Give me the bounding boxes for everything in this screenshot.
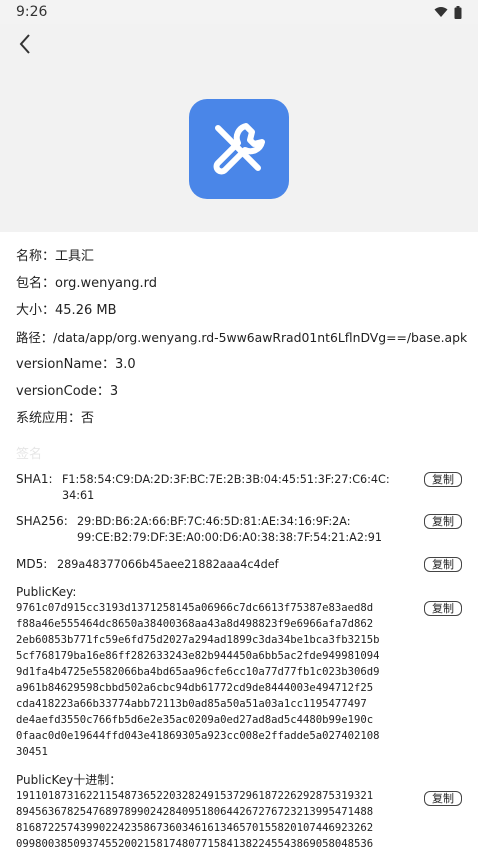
sha256-value: 29:BD:B6:2A:66:BF:7C:46:5D:81:AE:34:16:9… (77, 514, 382, 546)
publickey-line: 30451 (16, 746, 48, 758)
info-path-label: 路径： (16, 330, 54, 345)
wifi-icon (434, 7, 448, 17)
publickey-label: PublicKey: (16, 585, 77, 599)
info-name-row: 名称：工具汇 (16, 243, 466, 270)
publickey-block: PublicKey: 9761c07d915cc3193d1371258145a… (16, 584, 466, 760)
publickey-value: 9761c07d915cc3193d1371258145a06966c7dc66… (16, 600, 466, 760)
battery-icon (454, 5, 462, 19)
sha256-line: 99:CE:B2:79:DF:3E:A0:00:D6:A0:38:38:7F:5… (77, 531, 382, 544)
publickey-decimal-label: PublicKey十进制： (16, 773, 122, 787)
chevron-left-icon (19, 34, 30, 54)
info-system-app-row: 系统应用：否 (16, 405, 466, 432)
info-size-label: 大小： (16, 303, 56, 318)
publickey-line: 5cf768179ba16e86ff282633243e82b944450a6b… (16, 650, 380, 662)
publickey-line: 9761c07d915cc3193d1371258145a06966c7dc66… (16, 602, 374, 614)
publickey-decimal-line: 8945636782547689789902428409518064426727… (16, 806, 374, 818)
publickey-line: de4aefd3550c766fb5d6e2e35ac0209a0ed27ad8… (16, 714, 374, 726)
sha1-line: F1:58:54:C9:DA:2D:3F:BC:7E:2B:3B:04:45:5… (62, 473, 390, 486)
publickey-decimal-line: 0998003850937455200215817480771584138224… (16, 838, 374, 850)
sha256-line: 29:BD:B6:2A:66:BF:7C:46:5D:81:AE:34:16:9… (77, 515, 351, 528)
info-size-value: 45.26 MB (55, 303, 117, 318)
status-bar: 9:26 (0, 0, 478, 24)
info-version-code-value: 3 (109, 384, 119, 399)
publickey-line: 2eb60853b771fc59e6fd75d2027a294ad1899c3d… (16, 634, 380, 646)
status-icons (434, 5, 462, 19)
copy-publickey-decimal-button[interactable]: 复制 (424, 791, 462, 806)
sha1-block: SHA1: F1:58:54:C9:DA:2D:3F:BC:7E:2B:3B:0… (16, 472, 466, 504)
md5-value: 289a48377066b45aee21882aaa4c4def (57, 558, 279, 571)
info-version-name-row: versionName：3.0 (16, 351, 466, 378)
copy-sha256-button[interactable]: 复制 (424, 514, 462, 529)
publickey-decimal-block: PublicKey十进制： 19110187316221154873652203… (16, 772, 466, 852)
app-info: 名称：工具汇 包名：org.wenyang.rd 大小：45.26 MB 路径：… (16, 243, 468, 468)
copy-publickey-button[interactable]: 复制 (424, 601, 462, 616)
app-icon (189, 99, 289, 199)
publickey-line: 0faac0d0e19644ffd043e41869305a923cc008e2… (16, 730, 380, 742)
tools-icon (213, 123, 265, 175)
info-version-name-value: 3.0 (114, 357, 136, 372)
sha256-block: SHA256: 29:BD:B6:2A:66:BF:7C:46:5D:81:AE… (16, 514, 466, 546)
info-name-label: 名称： (16, 249, 56, 264)
publickey-line: a961b84629598cbbd502a6cbc94db61772cd9de8… (16, 682, 374, 694)
sha1-line: 34:61 (62, 489, 95, 502)
status-time: 9:26 (16, 4, 48, 20)
info-system-app-value: 否 (81, 411, 95, 426)
info-version-code-row: versionCode：3 (16, 378, 466, 405)
info-path-row: 路径：/data/app/org.wenyang.rd-5ww6awRrad01… (16, 324, 468, 351)
info-system-app-label: 系统应用： (16, 411, 82, 426)
info-size-row: 大小：45.26 MB (16, 297, 466, 324)
publickey-decimal-line: 1911018731622115487365220328249153729618… (16, 790, 374, 802)
md5-block: MD5: 289a48377066b45aee21882aaa4c4def 复制 (16, 557, 466, 573)
sha1-label: SHA1: (16, 472, 53, 486)
back-button[interactable] (14, 32, 38, 56)
app-header (0, 24, 478, 232)
info-package-value: org.wenyang.rd (55, 276, 157, 291)
sha1-value: F1:58:54:C9:DA:2D:3F:BC:7E:2B:3B:04:45:5… (62, 472, 390, 504)
info-package-label: 包名： (16, 276, 56, 291)
sha256-label: SHA256: (16, 514, 68, 528)
publickey-line: f88a46e555464dc8650a38400368aa43a8d49882… (16, 618, 374, 630)
info-path-value: /data/app/org.wenyang.rd-5ww6awRrad01nt6… (53, 330, 468, 345)
publickey-decimal-value: 1911018731622115487365220328249153729618… (16, 788, 466, 852)
md5-label: MD5: (16, 557, 48, 571)
signature-section-title: 签名 (16, 447, 43, 462)
info-version-code-label: versionCode： (16, 384, 110, 399)
publickey-line: cda418223a66b33774abb72113b0ad85a50a51a0… (16, 698, 367, 710)
info-version-name-label: versionName： (16, 357, 115, 372)
publickey-line: 9d1fa4b4725e5582066ba4bd65aa96cfe6cc10a7… (16, 666, 380, 678)
publickey-decimal-line: 8168722574399022423586736034616134657015… (16, 822, 374, 834)
info-name-value: 工具汇 (55, 249, 95, 264)
info-package-row: 包名：org.wenyang.rd (16, 270, 466, 297)
copy-sha1-button[interactable]: 复制 (424, 472, 462, 487)
copy-md5-button[interactable]: 复制 (424, 557, 462, 572)
